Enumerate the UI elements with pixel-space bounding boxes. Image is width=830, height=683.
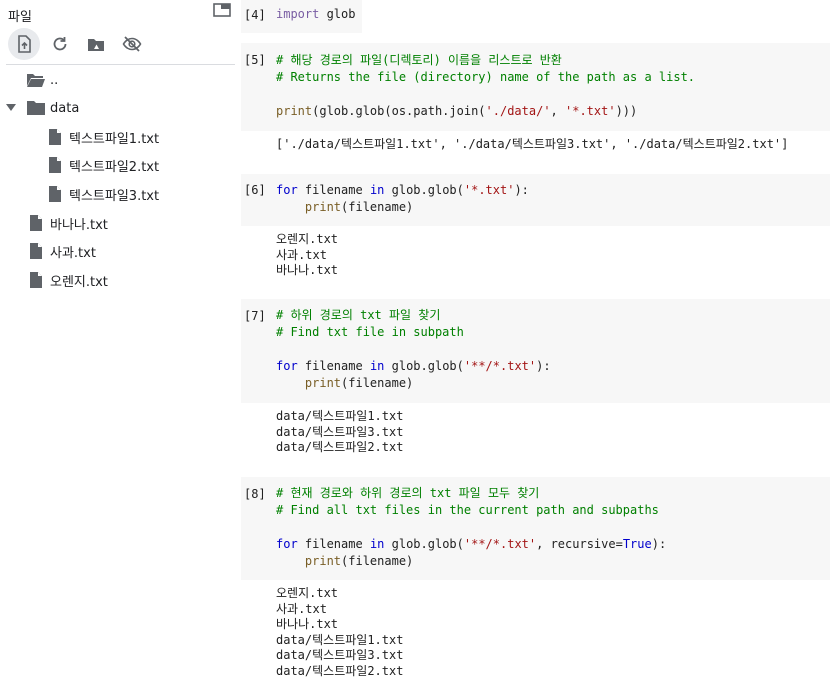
code-cell[interactable]: [5] # 해당 경로의 파일(디렉토리) 이름을 리스트로 반환 # Retu… [241, 43, 830, 131]
execution-count: [8] [244, 487, 266, 501]
chevron-down-icon[interactable] [4, 101, 18, 115]
tree-item-label: 사과.txt [50, 245, 96, 261]
execution-count: [7] [244, 309, 266, 323]
mount-drive-button[interactable] [80, 28, 112, 60]
tree-item-file[interactable]: 텍스트파일2.txt [45, 151, 159, 179]
tree-item-file[interactable]: 텍스트파일3.txt [45, 180, 159, 208]
file-icon [45, 127, 65, 147]
notebook: [4] import glob [5] # 해당 경로의 파일(디렉토리) 이름… [241, 0, 830, 683]
cell-output: 오렌지.txt 사과.txt 바나나.txt data/텍스트파일1.txt d… [276, 586, 404, 678]
tree-item-label: 오렌지.txt [50, 274, 108, 290]
tree-item-file[interactable]: 사과.txt [26, 237, 96, 265]
tree-item-file[interactable]: 텍스트파일1.txt [45, 123, 159, 151]
tree-item-label: 바나나.txt [50, 217, 108, 233]
execution-count: [5] [244, 53, 266, 67]
visibility-off-icon [122, 36, 142, 52]
code-cell[interactable]: [4] import glob [241, 0, 362, 33]
file-icon [26, 270, 46, 290]
hide-files-button[interactable] [116, 28, 148, 60]
close-panel-icon[interactable] [213, 2, 231, 17]
tree-item-parent[interactable]: .. [26, 66, 58, 94]
file-icon [45, 155, 65, 175]
code-editor[interactable]: # 현재 경로와 하위 경로의 txt 파일 모두 찾기 # Find all … [276, 485, 666, 570]
tree-item-file[interactable]: 바나나.txt [26, 209, 108, 237]
sidebar-divider [6, 64, 235, 65]
execution-count: [6] [244, 183, 266, 197]
folder-icon [26, 98, 46, 118]
refresh-icon [53, 37, 67, 51]
folder-open-icon [26, 70, 46, 90]
cell-output: 오렌지.txt 사과.txt 바나나.txt [276, 232, 339, 277]
tree-item-file[interactable]: 오렌지.txt [26, 266, 108, 294]
code-editor[interactable]: import glob [276, 6, 355, 23]
file-icon [26, 213, 46, 233]
execution-count: [4] [244, 8, 266, 22]
code-editor[interactable]: # 하위 경로의 txt 파일 찾기 # Find txt file in su… [276, 307, 551, 392]
drive-icon [88, 39, 104, 51]
tree-item-label: 텍스트파일3.txt [69, 188, 160, 204]
upload-button[interactable] [8, 28, 40, 60]
tree-item-label: data [50, 100, 80, 116]
sidebar-title: 파일 [8, 10, 32, 25]
tree-item-data-folder[interactable]: data [26, 94, 79, 122]
sidebar-toolbar [8, 28, 148, 62]
tree-item-label: 텍스트파일1.txt [69, 131, 160, 147]
tree-item-label: 텍스트파일2.txt [69, 159, 160, 175]
code-cell[interactable]: [8] # 현재 경로와 하위 경로의 txt 파일 모두 찾기 # Find … [241, 477, 830, 580]
cell-output: data/텍스트파일1.txt data/텍스트파일3.txt data/텍스트… [276, 409, 404, 454]
file-icon [45, 184, 65, 204]
cell-output: ['./data/텍스트파일1.txt', './data/텍스트파일3.txt… [276, 137, 789, 151]
code-editor[interactable]: for filename in glob.glob('*.txt'): prin… [276, 182, 529, 216]
tree-item-label: .. [50, 72, 59, 88]
upload-icon [18, 35, 31, 53]
code-cell[interactable]: [6] for filename in glob.glob('*.txt'): … [241, 174, 830, 226]
file-icon [26, 241, 46, 261]
file-sidebar: 파일 .. data 텍스트파일1.txt 텍스트파일2.txt 텍스트파일3.… [0, 0, 236, 683]
refresh-button[interactable] [44, 28, 76, 60]
code-editor[interactable]: # 해당 경로의 파일(디렉토리) 이름을 리스트로 반환 # Returns … [276, 52, 695, 120]
code-cell[interactable]: [7] # 하위 경로의 txt 파일 찾기 # Find txt file i… [241, 299, 830, 403]
